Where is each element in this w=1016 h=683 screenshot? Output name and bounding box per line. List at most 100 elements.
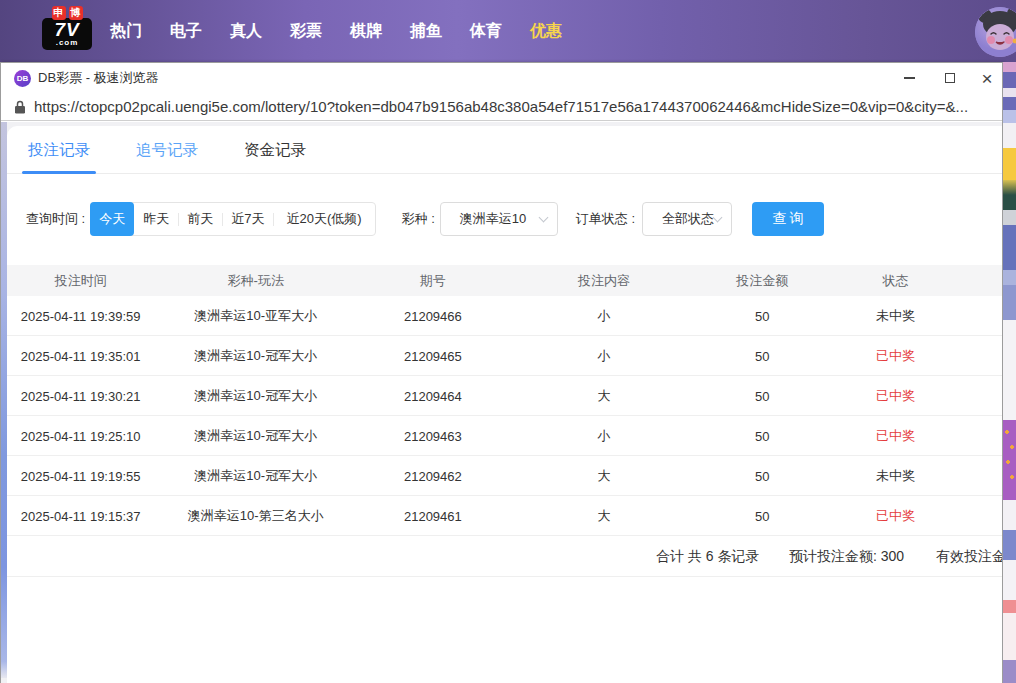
search-button[interactable]: 查询 xyxy=(752,202,824,236)
time-option-3[interactable]: 近7天 xyxy=(222,203,273,235)
cell-issue: 21209463 xyxy=(404,428,462,443)
cell-status: 未中奖 xyxy=(876,467,915,485)
cell-time: 2025-04-11 19:35:01 xyxy=(21,348,141,363)
time-option-2[interactable]: 前天 xyxy=(178,203,222,235)
close-button[interactable]: × xyxy=(972,63,1002,93)
logo-badge-shen: 申 xyxy=(52,6,66,20)
cell-content: 大 xyxy=(598,467,611,485)
time-option-0[interactable]: 今天 xyxy=(90,202,134,236)
summary-expected-amount: 预计投注金额: 300 xyxy=(789,536,904,577)
cell-game: 澳洲幸运10-冠军大小 xyxy=(194,347,317,365)
logo-text: 7V xyxy=(42,21,92,39)
url-text: https://ctopcp02pcali.uengi5e.com/lotter… xyxy=(34,98,1002,115)
lottery-select[interactable]: 澳洲幸运10 xyxy=(440,202,558,236)
cell-amount: 50 xyxy=(755,388,769,403)
cell-game: 澳洲幸运10-冠军大小 xyxy=(194,467,317,485)
window-title: DB彩票 - 极速浏览器 xyxy=(38,69,159,87)
logo-subtext: .com xyxy=(42,39,92,47)
browser-window: DB DB彩票 - 极速浏览器 × https://ctopcp02pcali.… xyxy=(0,62,1003,683)
cell-amount: 50 xyxy=(755,348,769,363)
order-status-select[interactable]: 全部状态 xyxy=(642,202,732,236)
cell-status: 已中奖 xyxy=(876,387,915,405)
table-row: 2025-04-11 19:25:10澳洲幸运10-冠军大小21209463小5… xyxy=(7,416,1002,456)
avatar-image xyxy=(975,7,1016,57)
cell-issue: 21209461 xyxy=(404,508,462,523)
nav-item-4[interactable]: 棋牌 xyxy=(336,21,396,42)
cell-game: 澳洲幸运10-第三名大小 xyxy=(188,507,324,525)
cell-issue: 21209462 xyxy=(404,468,462,483)
tab-1[interactable]: 追号记录 xyxy=(136,126,198,174)
cell-issue: 21209465 xyxy=(404,348,462,363)
table-row: 2025-04-11 19:39:59 澳洲幸运10-亚军大小 21209466 小 5… xyxy=(7,296,1002,336)
minimize-button[interactable] xyxy=(894,63,924,93)
cell-amount: 50 xyxy=(755,428,769,443)
user-avatar[interactable] xyxy=(975,7,1016,57)
cell-time: 2025-04-11 19:19:55 xyxy=(21,468,141,483)
maximize-icon xyxy=(945,73,955,83)
table-header-row: 投注时间彩种-玩法期号投注内容投注金额状态 xyxy=(7,265,1002,296)
cell-issue: 21209466 xyxy=(404,308,462,323)
top-nav-menu: 热门电子真人彩票棋牌捕鱼体育优惠 xyxy=(96,0,576,62)
cell-content: 小 xyxy=(598,347,611,365)
chevron-down-icon xyxy=(538,212,548,222)
lock-icon xyxy=(14,100,26,114)
maximize-button[interactable] xyxy=(935,63,965,93)
browser-title-bar[interactable]: DB DB彩票 - 极速浏览器 × xyxy=(1,63,1002,93)
site-logo[interactable]: 申 博 7V .com xyxy=(42,6,92,50)
table-row: 2025-04-11 19:30:21澳洲幸运10-冠军大小21209464大5… xyxy=(7,376,1002,416)
tab-2[interactable]: 资金记录 xyxy=(244,126,306,174)
cell-content: 小 xyxy=(598,427,611,445)
time-option-4[interactable]: 近20天(低频) xyxy=(273,203,374,235)
column-header-2: 期号 xyxy=(420,272,446,290)
time-range-group: 今天昨天前天近7天近20天(低频) xyxy=(90,202,375,236)
nav-item-7[interactable]: 优惠 xyxy=(516,21,576,42)
cell-time: 2025-04-11 19:15:37 xyxy=(21,508,141,523)
record-tabs: 投注记录追号记录资金记录 xyxy=(7,126,1002,174)
column-header-4: 投注金额 xyxy=(736,272,788,290)
cell-status: 已中奖 xyxy=(876,507,915,525)
page-content: 投注记录追号记录资金记录 查询时间 : 今天昨天前天近7天近20天(低频) 彩种… xyxy=(1,122,1002,683)
close-icon: × xyxy=(981,69,992,88)
lottery-select-value: 澳洲幸运10 xyxy=(460,210,526,228)
cell-amount: 50 xyxy=(755,468,769,483)
cell-content: 大 xyxy=(598,507,611,525)
cell-amount: 50 xyxy=(755,508,769,523)
nav-item-6[interactable]: 体育 xyxy=(456,21,516,42)
cell-status: 已中奖 xyxy=(876,347,915,365)
logo-badge-bo: 博 xyxy=(69,6,83,20)
nav-item-2[interactable]: 真人 xyxy=(216,21,276,42)
status-filter-label: 订单状态 : xyxy=(576,210,635,228)
summary-total: 合计 共 6 条记录 xyxy=(656,536,759,577)
cell-status: 已中奖 xyxy=(876,427,915,445)
nav-item-5[interactable]: 捕鱼 xyxy=(396,21,456,42)
summary-row: 合计 共 6 条记录 预计投注金额: 300 有效投注金额: 300 xyxy=(7,536,1002,577)
address-bar[interactable]: https://ctopcp02pcali.uengi5e.com/lotter… xyxy=(1,93,1002,121)
background-app-strip xyxy=(1003,62,1016,683)
logo-box: 7V .com xyxy=(42,18,92,50)
filter-bar: 查询时间 : 今天昨天前天近7天近20天(低频) 彩种 : 澳洲幸运10 订单状… xyxy=(7,202,1002,236)
summary-valid-amount: 有效投注金额: 300 xyxy=(936,536,1002,577)
nav-item-3[interactable]: 彩票 xyxy=(276,21,336,42)
browser-app-icon: DB xyxy=(14,70,31,87)
status-select-value: 全部状态 xyxy=(662,210,714,228)
lottery-filter-label: 彩种 : xyxy=(402,210,435,228)
time-filter-label: 查询时间 : xyxy=(26,210,85,228)
table-row: 2025-04-11 19:35:01 澳洲幸运10-冠军大小 21209465 小 5… xyxy=(7,336,1002,376)
cell-time: 2025-04-11 19:25:10 xyxy=(21,428,141,443)
minimize-icon xyxy=(904,77,915,79)
cell-time: 2025-04-11 19:39:59 xyxy=(21,308,141,323)
records-panel: 投注记录追号记录资金记录 查询时间 : 今天昨天前天近7天近20天(低频) 彩种… xyxy=(7,126,1002,683)
cell-time: 2025-04-11 19:30:21 xyxy=(21,388,141,403)
cell-game: 澳洲幸运10-亚军大小 xyxy=(194,307,317,325)
tab-0[interactable]: 投注记录 xyxy=(28,126,90,174)
cell-amount: 50 xyxy=(755,308,769,323)
column-header-3: 投注内容 xyxy=(578,272,630,290)
column-header-5: 状态 xyxy=(883,272,909,290)
logo-badges: 申 博 xyxy=(42,6,92,20)
nav-item-1[interactable]: 电子 xyxy=(156,21,216,42)
cell-content: 小 xyxy=(598,307,611,325)
nav-item-0[interactable]: 热门 xyxy=(96,21,156,42)
column-header-0: 投注时间 xyxy=(55,272,107,290)
time-option-1[interactable]: 昨天 xyxy=(134,203,178,235)
top-navigation-bar: 申 博 7V .com 热门电子真人彩票棋牌捕鱼体育优惠 xyxy=(0,0,1016,62)
